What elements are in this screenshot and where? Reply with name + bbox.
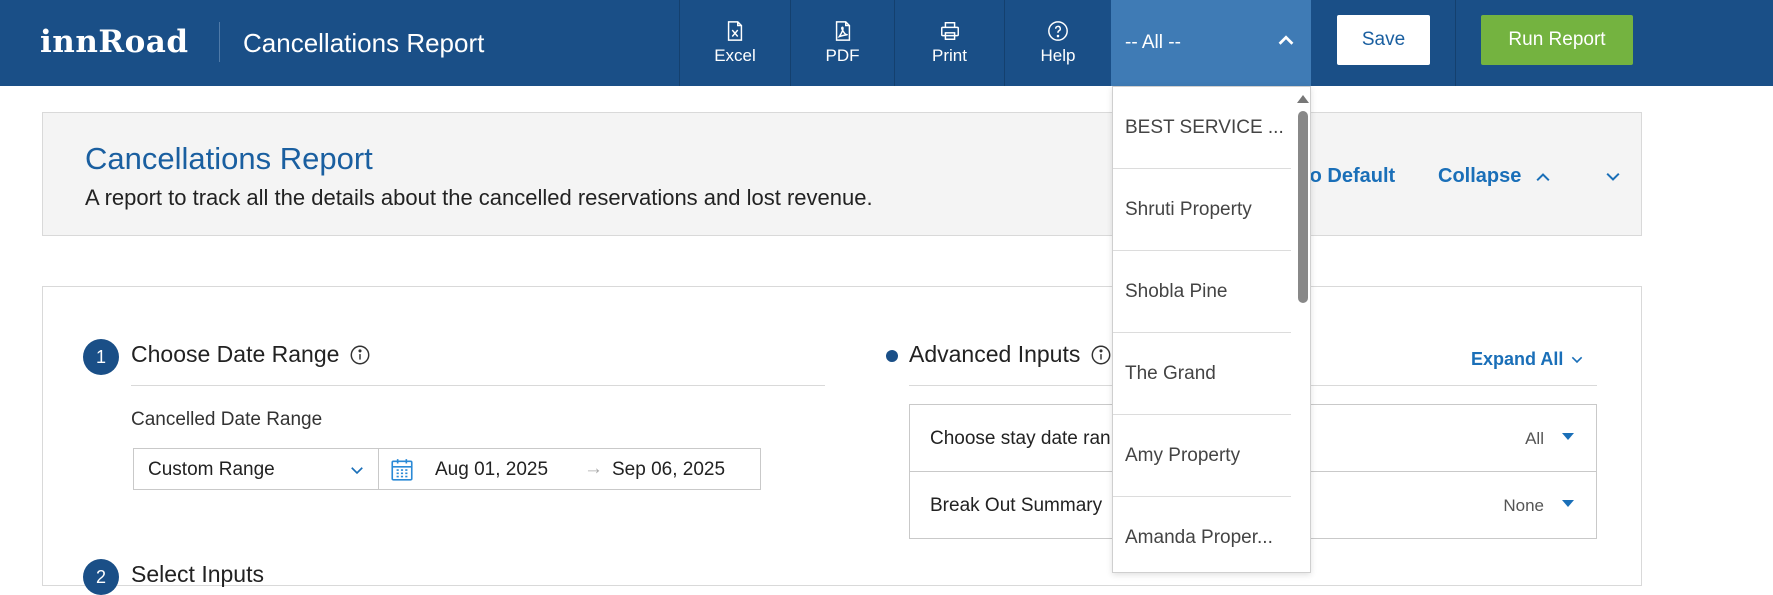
chevron-down-icon <box>351 467 363 475</box>
toolbar-divider <box>1455 0 1456 86</box>
collapse-label: Collapse <box>1438 165 1522 187</box>
end-date[interactable]: Sep 06, 2025 <box>612 459 725 481</box>
step-number-2: 2 <box>83 559 119 595</box>
pdf-button[interactable]: PDF <box>790 0 894 86</box>
reset-to-default-link[interactable]: to Default <box>1303 165 1395 188</box>
report-header-card: Cancellations Report A report to track a… <box>42 112 1642 236</box>
list-item[interactable]: Amanda Proper... <box>1113 497 1291 572</box>
list-item[interactable]: BEST SERVICE ... <box>1113 87 1291 169</box>
pdf-file-icon <box>835 21 850 41</box>
step-number-1: 1 <box>83 339 119 375</box>
report-title: Cancellations Report <box>85 141 373 176</box>
list-item[interactable]: Amy Property <box>1113 415 1291 497</box>
section-title-select-inputs: Select Inputs <box>131 561 264 587</box>
caret-down-icon <box>1562 433 1574 440</box>
stay-date-range-value: All <box>1525 429 1544 448</box>
caret-down-icon <box>1562 500 1574 507</box>
app-logo[interactable]: innRoad <box>40 24 189 60</box>
excel-button[interactable]: Excel <box>679 0 790 86</box>
pdf-label: PDF <box>825 46 860 65</box>
chevron-up-icon <box>1536 172 1550 181</box>
collapse-link[interactable]: Collapse <box>1438 165 1553 188</box>
report-description: A report to track all the details about … <box>85 185 873 210</box>
start-date[interactable]: Aug 01, 2025 <box>435 459 548 481</box>
list-item[interactable]: Shobla Pine <box>1113 251 1291 333</box>
chevron-down-icon <box>1572 356 1583 363</box>
print-label: Print <box>932 46 967 65</box>
print-button[interactable]: Print <box>894 0 1004 86</box>
scroll-up-arrow-icon[interactable] <box>1297 95 1309 103</box>
break-out-summary-value: None <box>1503 496 1544 515</box>
excel-file-icon <box>727 21 743 41</box>
run-report-button[interactable]: Run Report <box>1481 15 1633 65</box>
section-divider <box>131 385 825 386</box>
list-item[interactable]: The Grand <box>1113 333 1291 415</box>
section-title-text: Choose Date Range <box>131 341 340 367</box>
property-dropdown-list: BEST SERVICE ... Shruti Property Shobla … <box>1112 86 1311 573</box>
dropdown-scrollbar[interactable] <box>1297 95 1309 572</box>
chevron-up-icon <box>1278 35 1294 45</box>
help-label: Help <box>1040 46 1076 65</box>
info-icon[interactable] <box>349 344 371 366</box>
help-circle-icon <box>1048 21 1068 41</box>
chevron-down-icon[interactable] <box>1603 167 1623 187</box>
date-range-select[interactable]: Custom Range <box>133 448 379 490</box>
date-arrow: → <box>584 458 603 479</box>
section-title-date-range: Choose Date Range <box>131 341 371 368</box>
expand-all-label: Expand All <box>1471 349 1564 369</box>
expand-all-link[interactable]: Expand All <box>1471 349 1585 370</box>
save-button[interactable]: Save <box>1337 15 1430 65</box>
top-bar: innRoad Cancellations Report Excel PDF P… <box>0 0 1773 86</box>
report-inputs-card: 1 Choose Date Range Cancelled Date Range… <box>42 286 1642 595</box>
calendar-icon <box>391 459 413 481</box>
page-title: Cancellations Report <box>243 28 485 58</box>
info-icon[interactable] <box>1090 344 1112 366</box>
advanced-indicator-dot <box>886 350 898 362</box>
printer-icon <box>940 22 959 40</box>
date-range-select-value: Custom Range <box>148 459 275 480</box>
property-select[interactable]: -- All -- <box>1111 0 1311 86</box>
property-select-value: -- All -- <box>1125 32 1181 53</box>
stay-date-range-label: Choose stay date ran <box>930 428 1111 449</box>
date-range-picker[interactable]: Aug 01, 2025 → Sep 06, 2025 <box>379 448 761 490</box>
help-button[interactable]: Help <box>1004 0 1111 86</box>
cancelled-date-range-label: Cancelled Date Range <box>131 409 323 430</box>
section-title-advanced-inputs: Advanced Inputs <box>909 341 1112 368</box>
advanced-title-text: Advanced Inputs <box>909 341 1081 367</box>
excel-label: Excel <box>714 46 756 65</box>
break-out-summary-label: Break Out Summary <box>930 495 1103 516</box>
list-item[interactable]: Shruti Property <box>1113 169 1291 251</box>
scrollbar-thumb[interactable] <box>1298 111 1308 303</box>
logo-divider <box>219 22 220 62</box>
